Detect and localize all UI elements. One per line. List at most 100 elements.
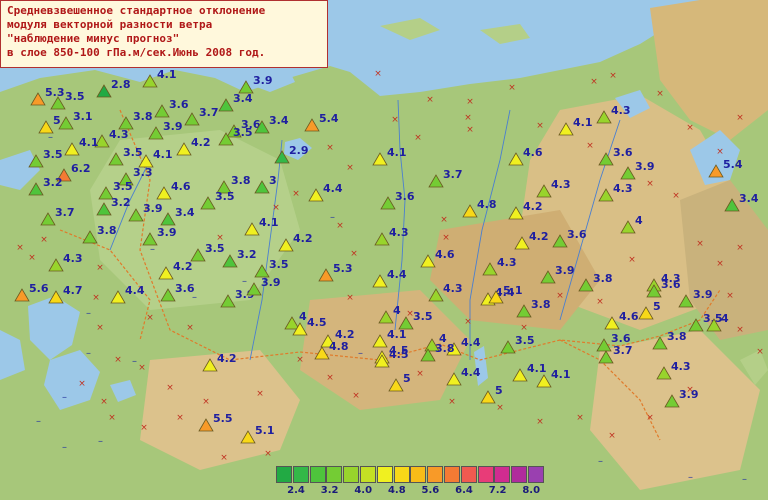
- station-cross-marker: ×: [264, 449, 272, 459]
- station-value-label: 4.1: [79, 136, 99, 149]
- station-value-label: 3.5: [269, 258, 289, 271]
- station-value-label: 4.5: [307, 316, 327, 329]
- station-value-label: 3.5: [215, 190, 235, 203]
- station-value-label: 5.3: [333, 262, 353, 275]
- station-value-label: 3.9: [157, 226, 177, 239]
- legend-tick-label: 4.8: [387, 485, 406, 496]
- dash-marker: –: [86, 348, 91, 359]
- title-box: Средневзвешенное стандартное отклонение …: [0, 0, 328, 68]
- station-value-label: 3.5: [123, 146, 143, 159]
- station-value-label: 4.3: [443, 282, 463, 295]
- station-value-label: 4.6: [523, 146, 543, 159]
- station-value-label: 3.7: [55, 206, 75, 219]
- station-value-label: 3.5: [413, 310, 433, 323]
- station-cross-marker: ×: [114, 355, 122, 365]
- station-value-label: 3.7: [613, 344, 633, 357]
- station-value-label: 4.8: [329, 340, 349, 353]
- station-value-label: 3.4: [269, 114, 289, 127]
- legend-swatch: [276, 466, 292, 483]
- station-cross-marker: ×: [346, 293, 354, 303]
- station-value-label: 5.6: [29, 282, 49, 295]
- dash-marker: –: [598, 456, 603, 467]
- station-value-label: 5: [495, 384, 503, 397]
- station-cross-marker: ×: [646, 413, 654, 423]
- station-value-label: 3.8: [435, 342, 455, 355]
- legend-swatch: [477, 466, 494, 483]
- station-value-label: 3.8: [531, 298, 551, 311]
- station-value-label: 4.3: [611, 104, 631, 117]
- dash-marker: –: [132, 356, 137, 367]
- station-value-label: 4.3: [497, 256, 517, 269]
- station-value-label: 4.3: [671, 360, 691, 373]
- title-line-4: в слое 850-100 гПа.м/сек.Июнь 2008 год.: [7, 46, 266, 59]
- dash-marker: –: [98, 436, 103, 447]
- legend-tick-label: 8.0: [522, 485, 541, 496]
- station-cross-marker: ×: [391, 115, 399, 125]
- station-value-label: 4.3: [551, 178, 571, 191]
- station-cross-marker: ×: [576, 413, 584, 423]
- station-cross-marker: ×: [100, 397, 108, 407]
- station-value-label: 3.9: [261, 276, 281, 289]
- station-cross-marker: ×: [414, 133, 422, 143]
- station-value-label: 3.9: [693, 288, 713, 301]
- dash-marker: –: [150, 244, 155, 255]
- legend-swatch: [444, 466, 460, 483]
- station-value-label: 4.2: [217, 352, 237, 365]
- station-value-label: 4.3: [389, 226, 409, 239]
- station-value-label: 3.7: [443, 168, 463, 181]
- legend-swatch: [326, 466, 343, 483]
- station-value-label: 4: [635, 214, 643, 227]
- station-cross-marker: ×: [726, 291, 734, 301]
- station-cross-marker: ×: [40, 235, 48, 245]
- station-cross-marker: ×: [220, 453, 228, 463]
- station-value-label: 4.3: [109, 128, 129, 141]
- station-value-label: 4.4: [125, 284, 145, 297]
- station-value-label: 3.7: [199, 106, 219, 119]
- station-cross-marker: ×: [92, 293, 100, 303]
- station-value-label: 4.6: [435, 248, 455, 261]
- station-value-label: 4.1: [157, 68, 177, 81]
- station-cross-marker: ×: [202, 397, 210, 407]
- station-value-label: 3.5: [233, 126, 253, 139]
- station-cross-marker: ×: [736, 325, 744, 335]
- station-cross-marker: ×: [496, 403, 504, 413]
- station-value-label: 4: [721, 312, 729, 325]
- station-value-label: 3.3: [133, 166, 153, 179]
- station-cross-marker: ×: [374, 69, 382, 79]
- station-value-label: 3.9: [635, 160, 655, 173]
- station-value-label: 4.2: [523, 200, 543, 213]
- station-value-label: 4.7: [63, 284, 83, 297]
- legend-swatch: [309, 466, 326, 483]
- station-value-label: 3.9: [143, 202, 163, 215]
- station-cross-marker: ×: [464, 113, 472, 123]
- station-cross-marker: ×: [508, 83, 516, 93]
- title-line-2: модуля векторной разности ветра: [7, 18, 213, 31]
- station-value-label: 3.2: [111, 196, 131, 209]
- station-cross-marker: ×: [736, 243, 744, 253]
- station-value-label: 4.2: [293, 232, 313, 245]
- station-cross-marker: ×: [166, 383, 174, 393]
- station-cross-marker: ×: [464, 317, 472, 327]
- station-value-label: 3.9: [253, 74, 273, 87]
- station-value-label: 3.8: [231, 174, 251, 187]
- station-cross-marker: ×: [352, 391, 360, 401]
- dash-marker: –: [62, 392, 67, 403]
- station-value-label: 3.9: [555, 264, 575, 277]
- station-value-label: 4.4: [323, 182, 343, 195]
- legend-tick-label: 6.4: [455, 485, 473, 496]
- station-value-label: 3.9: [679, 388, 699, 401]
- legend-swatch: [460, 466, 477, 483]
- station-cross-marker: ×: [140, 423, 148, 433]
- station-cross-marker: ×: [756, 347, 764, 357]
- station-cross-marker: ×: [609, 71, 617, 81]
- dash-marker: –: [242, 276, 247, 287]
- station-cross-marker: ×: [350, 249, 358, 259]
- station-value-label: 3.5: [43, 148, 63, 161]
- station-value-label: 4: [393, 304, 401, 317]
- station-cross-marker: ×: [716, 259, 724, 269]
- dash-marker: –: [688, 472, 693, 483]
- station-cross-marker: ×: [536, 417, 544, 427]
- station-cross-marker: ×: [78, 379, 86, 389]
- station-value-label: 3.5: [205, 242, 225, 255]
- station-value-label: 3.6: [169, 98, 189, 111]
